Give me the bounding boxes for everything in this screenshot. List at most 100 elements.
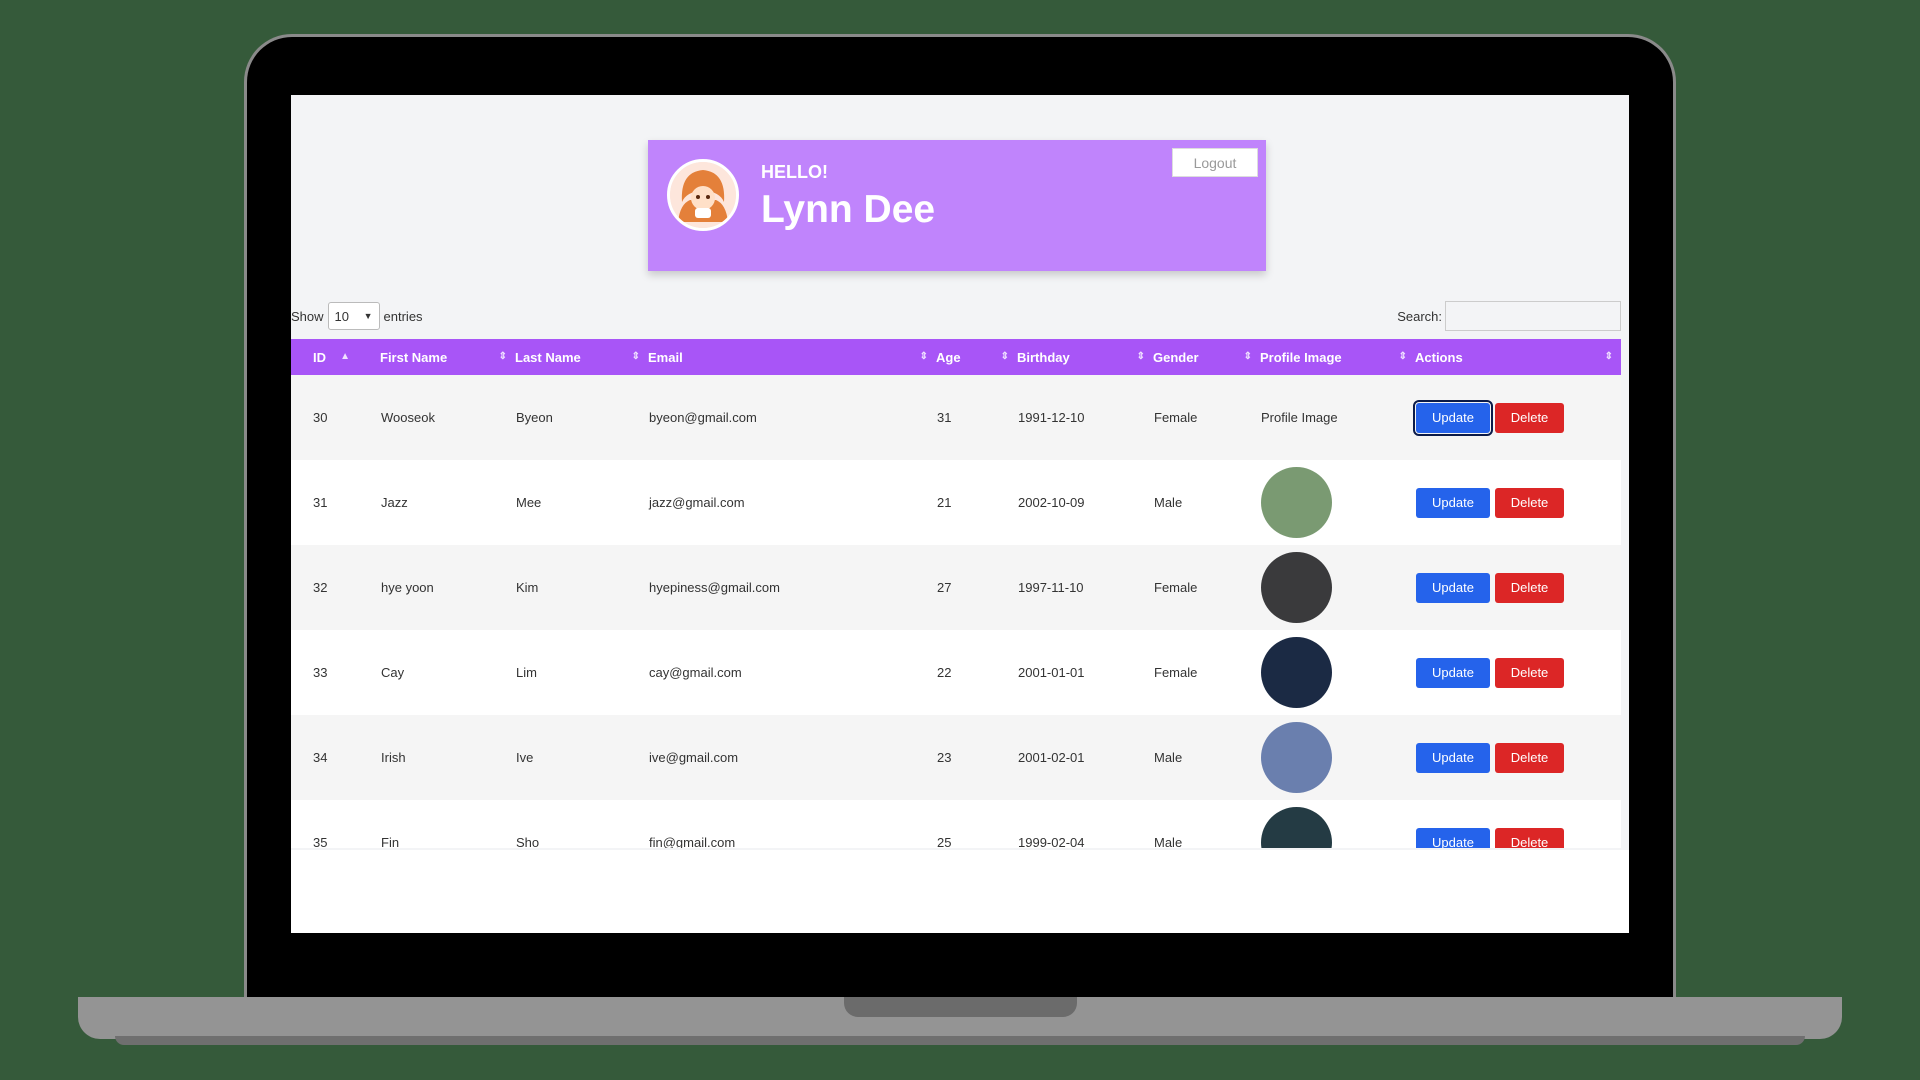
column-header-birthday[interactable]: Birthday ⇕ <box>1017 339 1153 375</box>
screen: HELLO! Lynn Dee Logout Show 10 ▼ entries… <box>291 95 1629 933</box>
cell-actions: Update Delete <box>1415 460 1621 545</box>
entries-select[interactable]: 10 ▼ <box>327 302 380 330</box>
show-label: Show <box>291 308 324 324</box>
cell-last-name: Mee <box>516 495 542 510</box>
column-header-age[interactable]: Age ⇕ <box>936 339 1017 375</box>
update-button[interactable]: Update <box>1416 742 1490 773</box>
cell-gender: Female <box>1154 410 1198 425</box>
update-button[interactable]: Update <box>1416 657 1490 688</box>
column-header-gender[interactable]: Gender ⇕ <box>1153 339 1260 375</box>
column-header-actions[interactable]: Actions ⇕ <box>1415 339 1621 375</box>
cell-last-name: Kim <box>516 580 539 595</box>
user-avatar <box>667 159 739 231</box>
table-row: 35 Fin Sho fin@gmail.com 25 1999-02-04 Male Upd… <box>291 800 1621 848</box>
cell-last-name: Lim <box>516 665 537 680</box>
broken-image-alt-text: Profile Image <box>1261 409 1338 425</box>
column-header-first-name[interactable]: First Name ⇕ <box>380 339 515 375</box>
delete-button[interactable]: Delete <box>1495 402 1564 433</box>
cell-profile-image: Profile Image <box>1260 375 1415 460</box>
cell-age: 23 <box>937 750 952 765</box>
cell-age: 27 <box>937 580 952 595</box>
cell-email: hyepiness@gmail.com <box>649 580 780 595</box>
cell-profile-image <box>1260 800 1415 848</box>
profile-image-night-city-avatar <box>1261 637 1332 708</box>
cell-email: byeon@gmail.com <box>649 410 757 425</box>
cell-age: 21 <box>937 495 952 510</box>
profile-image-totoro-avatar <box>1261 722 1332 793</box>
profile-image-dark-scene-avatar <box>1261 807 1332 848</box>
cell-gender: Female <box>1154 665 1198 680</box>
cell-profile-image <box>1260 630 1415 715</box>
search-label: Search: <box>1397 308 1442 324</box>
users-table-container: ID ▲ First Name ⇕ Last Name ⇕ Email ⇕ Age ⇕ B… <box>291 339 1621 848</box>
delete-button[interactable]: Delete <box>1495 742 1564 773</box>
cell-first-name: hye yoon <box>381 580 434 595</box>
cell-profile-image <box>1260 460 1415 545</box>
table-row: 30 Wooseok Byeon byeon@gmail.com 31 1991-12-1… <box>291 375 1621 460</box>
laptop-notch <box>844 997 1077 1017</box>
cell-gender: Male <box>1154 750 1183 765</box>
delete-button[interactable]: Delete <box>1495 487 1564 518</box>
cell-email: fin@gmail.com <box>649 835 736 848</box>
column-header-last-name[interactable]: Last Name ⇕ <box>515 339 648 375</box>
cell-birthday: 1997-11-10 <box>1018 580 1084 595</box>
cell-gender: Male <box>1154 835 1183 848</box>
cell-birthday: 2001-02-01 <box>1018 750 1085 765</box>
profile-image-green-landscape-avatar <box>1261 467 1332 538</box>
delete-button[interactable]: Delete <box>1495 827 1564 848</box>
cell-age: 22 <box>937 665 952 680</box>
cell-id: 32 <box>313 580 328 595</box>
table-row: 31 Jazz Mee jazz@gmail.com 21 2002-10-09 Male U… <box>291 460 1621 545</box>
cell-gender: Female <box>1154 580 1198 595</box>
cell-actions: Update Delete <box>1415 800 1621 848</box>
update-button[interactable]: Update <box>1416 827 1490 848</box>
column-header-id[interactable]: ID ▲ <box>291 339 380 375</box>
update-button[interactable]: Update <box>1413 399 1493 436</box>
cell-birthday: 2002-10-09 <box>1018 495 1085 510</box>
cell-first-name: Jazz <box>381 495 408 510</box>
sort-icon: ⇕ <box>498 351 507 362</box>
entries-length-control: Show 10 ▼ entries <box>291 302 423 330</box>
table-row: 32 hye yoon Kim hyepiness@gmail.com 27 1997-1… <box>291 545 1621 630</box>
delete-button[interactable]: Delete <box>1495 572 1564 603</box>
cell-first-name: Fin <box>381 835 400 848</box>
cell-profile-image <box>1260 545 1415 630</box>
cell-id: 33 <box>313 665 328 680</box>
sort-icon: ⇕ <box>1243 351 1252 362</box>
column-header-email[interactable]: Email ⇕ <box>648 339 936 375</box>
sort-icon: ⇕ <box>1000 351 1009 362</box>
cell-actions: Update Delete <box>1415 630 1621 715</box>
cell-birthday: 1999-02-04 <box>1018 835 1085 848</box>
users-table: ID ▲ First Name ⇕ Last Name ⇕ Email ⇕ Age ⇕ B… <box>291 339 1621 848</box>
table-body: 30 Wooseok Byeon byeon@gmail.com 31 1991-12-1… <box>291 375 1621 848</box>
cell-id: 35 <box>313 835 328 848</box>
cell-email: ive@gmail.com <box>649 750 739 765</box>
sort-icon: ⇕ <box>1604 351 1613 362</box>
profile-image-dark-cat-avatar <box>1261 552 1332 623</box>
cell-birthday: 1991-12-10 <box>1018 410 1085 425</box>
table-row: 34 Irish Ive ive@gmail.com 23 2001-02-01 Male U… <box>291 715 1621 800</box>
entries-select-value: 10 <box>334 308 349 324</box>
entries-label: entries <box>383 308 423 324</box>
greeting: HELLO! <box>761 162 828 182</box>
update-button[interactable]: Update <box>1416 572 1490 603</box>
column-header-profile-image[interactable]: Profile Image ⇕ <box>1260 339 1415 375</box>
cell-id: 30 <box>313 410 328 425</box>
cell-birthday: 2001-01-01 <box>1018 665 1085 680</box>
cell-email: jazz@gmail.com <box>649 495 745 510</box>
cell-last-name: Sho <box>516 835 540 848</box>
sort-asc-icon: ▲ <box>340 351 350 362</box>
cell-age: 25 <box>937 835 952 848</box>
logout-button[interactable]: Logout <box>1172 148 1258 177</box>
cell-age: 31 <box>937 410 952 425</box>
cell-last-name: Byeon <box>516 410 553 425</box>
search-input[interactable] <box>1445 301 1621 331</box>
cell-first-name: Irish <box>381 750 406 765</box>
delete-button[interactable]: Delete <box>1495 657 1564 688</box>
sort-icon: ⇕ <box>631 351 640 362</box>
cell-last-name: Ive <box>516 750 534 765</box>
search-control: Search: <box>1397 301 1621 331</box>
update-button[interactable]: Update <box>1416 487 1490 518</box>
cell-actions: Update Delete <box>1415 545 1621 630</box>
table-row: 33 Cay Lim cay@gmail.com 22 2001-01-01 Female U… <box>291 630 1621 715</box>
